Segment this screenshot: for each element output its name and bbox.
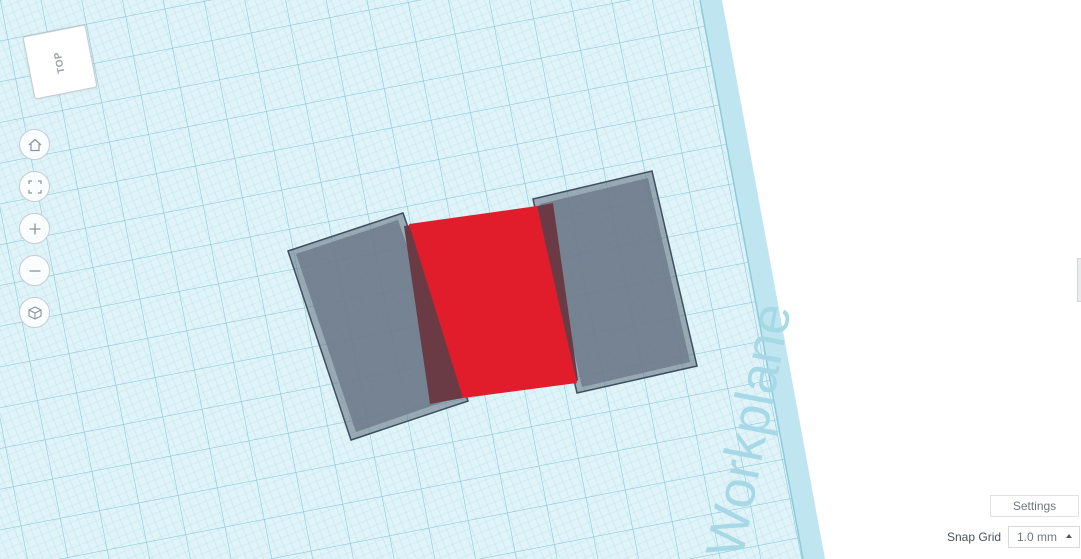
perspective-toggle-button[interactable] <box>19 297 50 328</box>
minus-icon <box>29 269 40 272</box>
zoom-in-button[interactable] <box>19 213 50 244</box>
snap-grid-label: Snap Grid <box>947 530 1002 544</box>
snap-grid-value: 1.0 mm <box>1017 530 1058 544</box>
caret-up-icon <box>1066 534 1072 538</box>
view-cube[interactable]: TOP <box>22 24 98 100</box>
snap-grid-select[interactable]: 1.0 mm <box>1008 526 1080 548</box>
fit-all-icon <box>27 179 42 194</box>
zoom-out-button[interactable] <box>19 255 50 286</box>
workplane-scene[interactable]: Workplane <box>0 0 1081 559</box>
home-view-button[interactable] <box>19 129 50 160</box>
settings-button[interactable]: Settings <box>990 495 1079 517</box>
cube-icon <box>27 305 42 320</box>
home-icon <box>28 138 41 151</box>
fit-view-button[interactable] <box>19 171 50 202</box>
center-box-shape[interactable] <box>404 203 578 404</box>
plus-icon <box>29 223 40 234</box>
view-cube-top-label: TOP <box>52 50 68 74</box>
side-panel-handle[interactable] <box>1077 258 1081 302</box>
3d-viewport[interactable]: Workplane TOP Settings Snap Grid 1.0 mm <box>0 0 1081 559</box>
